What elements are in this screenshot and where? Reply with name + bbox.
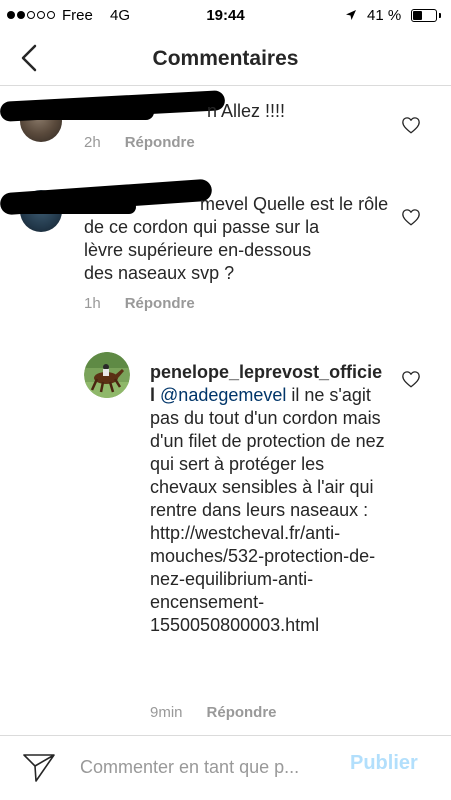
comment-meta: 1h Répondre: [84, 295, 195, 312]
reply-timestamp: 9min: [150, 704, 183, 721]
comment-meta: 2h Répondre: [84, 134, 195, 151]
comment-timestamp: 2h: [84, 134, 101, 151]
comment-text: lèvre supérieure en-dessous: [84, 240, 312, 260]
reply-button[interactable]: Répondre: [207, 704, 277, 721]
comment-composer: Publier: [0, 735, 451, 800]
paper-plane-icon[interactable]: [22, 750, 56, 784]
comment-text: des naseaux svp ?: [84, 263, 235, 283]
avatar[interactable]: [84, 352, 130, 398]
heart-icon[interactable]: [401, 116, 421, 134]
battery-percent: 41 %: [367, 7, 402, 24]
reply-meta: 9min Répondre: [150, 704, 277, 721]
comment-text: mevel Quelle est le rôle: [200, 194, 389, 214]
page-title: Commentaires: [152, 47, 299, 70]
battery-level-fill: [413, 11, 422, 20]
heart-icon[interactable]: [401, 208, 421, 226]
reply-button[interactable]: Répondre: [125, 134, 195, 151]
battery-tip: [439, 13, 441, 18]
comment-text: n Allez !!!!: [207, 101, 286, 121]
status-bar: Free 4G 19:44 41 %: [0, 0, 451, 32]
location-arrow-icon: [346, 10, 356, 20]
mention-link[interactable]: @nadegemevel: [160, 385, 286, 405]
header: Commentaires: [0, 32, 451, 86]
battery-icon: [411, 9, 437, 22]
publish-button[interactable]: Publier: [350, 752, 418, 775]
comment-timestamp: 1h: [84, 295, 101, 312]
comment-input[interactable]: [80, 753, 335, 781]
redacted-username: [6, 200, 136, 214]
reply-message: il ne s'agit pas du tout d'un cordon mai…: [150, 385, 385, 635]
reply-button[interactable]: Répondre: [125, 295, 195, 312]
redacted-username: [4, 104, 154, 120]
comment-text: de ce cordon qui passe sur la: [84, 217, 320, 237]
heart-icon[interactable]: [401, 370, 421, 388]
reply-text: penelope_leprevost_officiel @nadegemevel…: [150, 361, 386, 637]
